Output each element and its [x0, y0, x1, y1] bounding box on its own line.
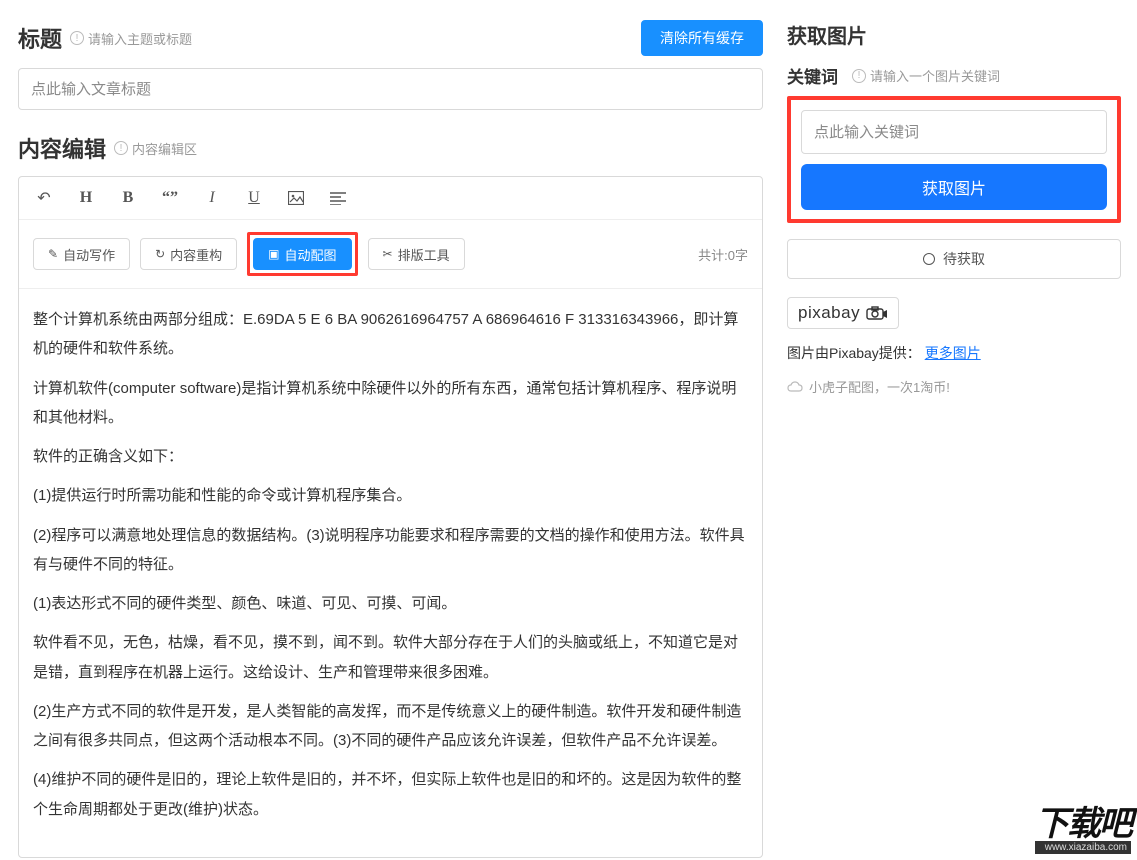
editor-paragraph: 软件的正确含义如下： — [33, 442, 748, 471]
undo-icon[interactable]: ↶ — [33, 187, 55, 209]
editor-paragraph: (1)表达形式不同的硬件类型、颜色、味道、可见、可摸、可闻。 — [33, 589, 748, 618]
watermark: 下载吧 www.xiazaiba.com — [1035, 796, 1131, 854]
cloud-icon — [787, 381, 803, 393]
info-icon: ! — [114, 141, 128, 155]
format-toolbar: ↶ H B “” I U — [19, 177, 762, 220]
keyword-header: 关键词 ! 请输入一个图片关键词 — [787, 63, 1121, 88]
auto-write-button[interactable]: ✎ 自动写作 — [33, 238, 130, 270]
pending-status[interactable]: 待获取 — [787, 239, 1121, 279]
keyword-hint: 请输入一个图片关键词 — [870, 66, 1000, 85]
image-match-icon: ▣ — [268, 247, 279, 261]
pixabay-badge: pixabay — [787, 297, 899, 329]
editor-paragraph: 计算机软件(computer software)是指计算机系统中除硬件以外的所有… — [33, 374, 748, 433]
camera-icon — [866, 306, 888, 320]
image-provider-line: 图片由Pixabay提供： 更多图片 — [787, 343, 1121, 363]
title-heading: 标题 — [18, 22, 62, 54]
auto-image-button[interactable]: ▣ 自动配图 — [253, 238, 351, 270]
pencil-icon: ✎ — [48, 247, 58, 261]
word-count: 共计:0字 — [698, 245, 748, 264]
editor: ↶ H B “” I U ✎ 自动写作 ↻ — [18, 176, 763, 858]
editor-body[interactable]: 整个计算机系统由两部分组成：E.69DA 5 E 6 BA 9062616964… — [19, 289, 762, 857]
content-section-header: 内容编辑 ! 内容编辑区 — [18, 132, 763, 164]
editor-paragraph: (4)维护不同的硬件是旧的，理论上软件是旧的，并不坏，但实际上软件也是旧的和坏的… — [33, 765, 748, 824]
bold-icon[interactable]: B — [117, 187, 139, 209]
italic-icon[interactable]: I — [201, 187, 223, 209]
heading-icon[interactable]: H — [75, 187, 97, 209]
layout-tool-button[interactable]: ✂ 排版工具 — [368, 238, 465, 270]
image-heading: 获取图片 — [787, 20, 867, 49]
image-section-header: 获取图片 — [787, 20, 1121, 49]
quote-icon[interactable]: “” — [159, 187, 181, 209]
tip-line: 小虎子配图，一次1淘币! — [787, 377, 1121, 396]
fetch-image-button[interactable]: 获取图片 — [801, 164, 1107, 210]
info-icon: ! — [70, 31, 84, 45]
align-icon[interactable] — [327, 187, 349, 209]
editor-paragraph: (2)生产方式不同的软件是开发，是人类智能的高发挥，而不是传统意义上的硬件制造。… — [33, 697, 748, 756]
title-section-header: 标题 ! 请输入主题或标题 清除所有缓存 — [18, 20, 763, 56]
layout-icon: ✂ — [383, 247, 393, 261]
more-images-link[interactable]: 更多图片 — [925, 345, 981, 361]
editor-paragraph: 软件看不见，无色，枯燥，看不见，摸不到，闻不到。软件大部分存在于人们的头脑或纸上… — [33, 628, 748, 687]
editor-paragraph: 整个计算机系统由两部分组成：E.69DA 5 E 6 BA 9062616964… — [33, 305, 748, 364]
clear-cache-button[interactable]: 清除所有缓存 — [641, 20, 763, 56]
content-hint: 内容编辑区 — [132, 139, 197, 158]
editor-paragraph: (2)程序可以满意地处理信息的数据结构。(3)说明程序功能要求和程序需要的文档的… — [33, 521, 748, 580]
info-icon: ! — [852, 69, 866, 83]
underline-icon[interactable]: U — [243, 187, 265, 209]
article-title-input[interactable] — [18, 68, 763, 110]
restructure-button[interactable]: ↻ 内容重构 — [140, 238, 237, 270]
refresh-icon: ↻ — [155, 247, 165, 261]
title-hint: 请输入主题或标题 — [88, 29, 192, 48]
highlight-auto-image: ▣ 自动配图 — [247, 232, 357, 276]
image-icon[interactable] — [285, 187, 307, 209]
keyword-highlight-box: 获取图片 — [787, 96, 1121, 223]
action-toolbar: ✎ 自动写作 ↻ 内容重构 ▣ 自动配图 ✂ 排版工具 共计:0字 — [19, 220, 762, 289]
keyword-label: 关键词 — [787, 63, 838, 88]
keyword-input[interactable] — [801, 110, 1107, 154]
circle-icon — [923, 253, 935, 265]
content-heading: 内容编辑 — [18, 132, 106, 164]
editor-paragraph: (1)提供运行时所需功能和性能的命令或计算机程序集合。 — [33, 481, 748, 510]
